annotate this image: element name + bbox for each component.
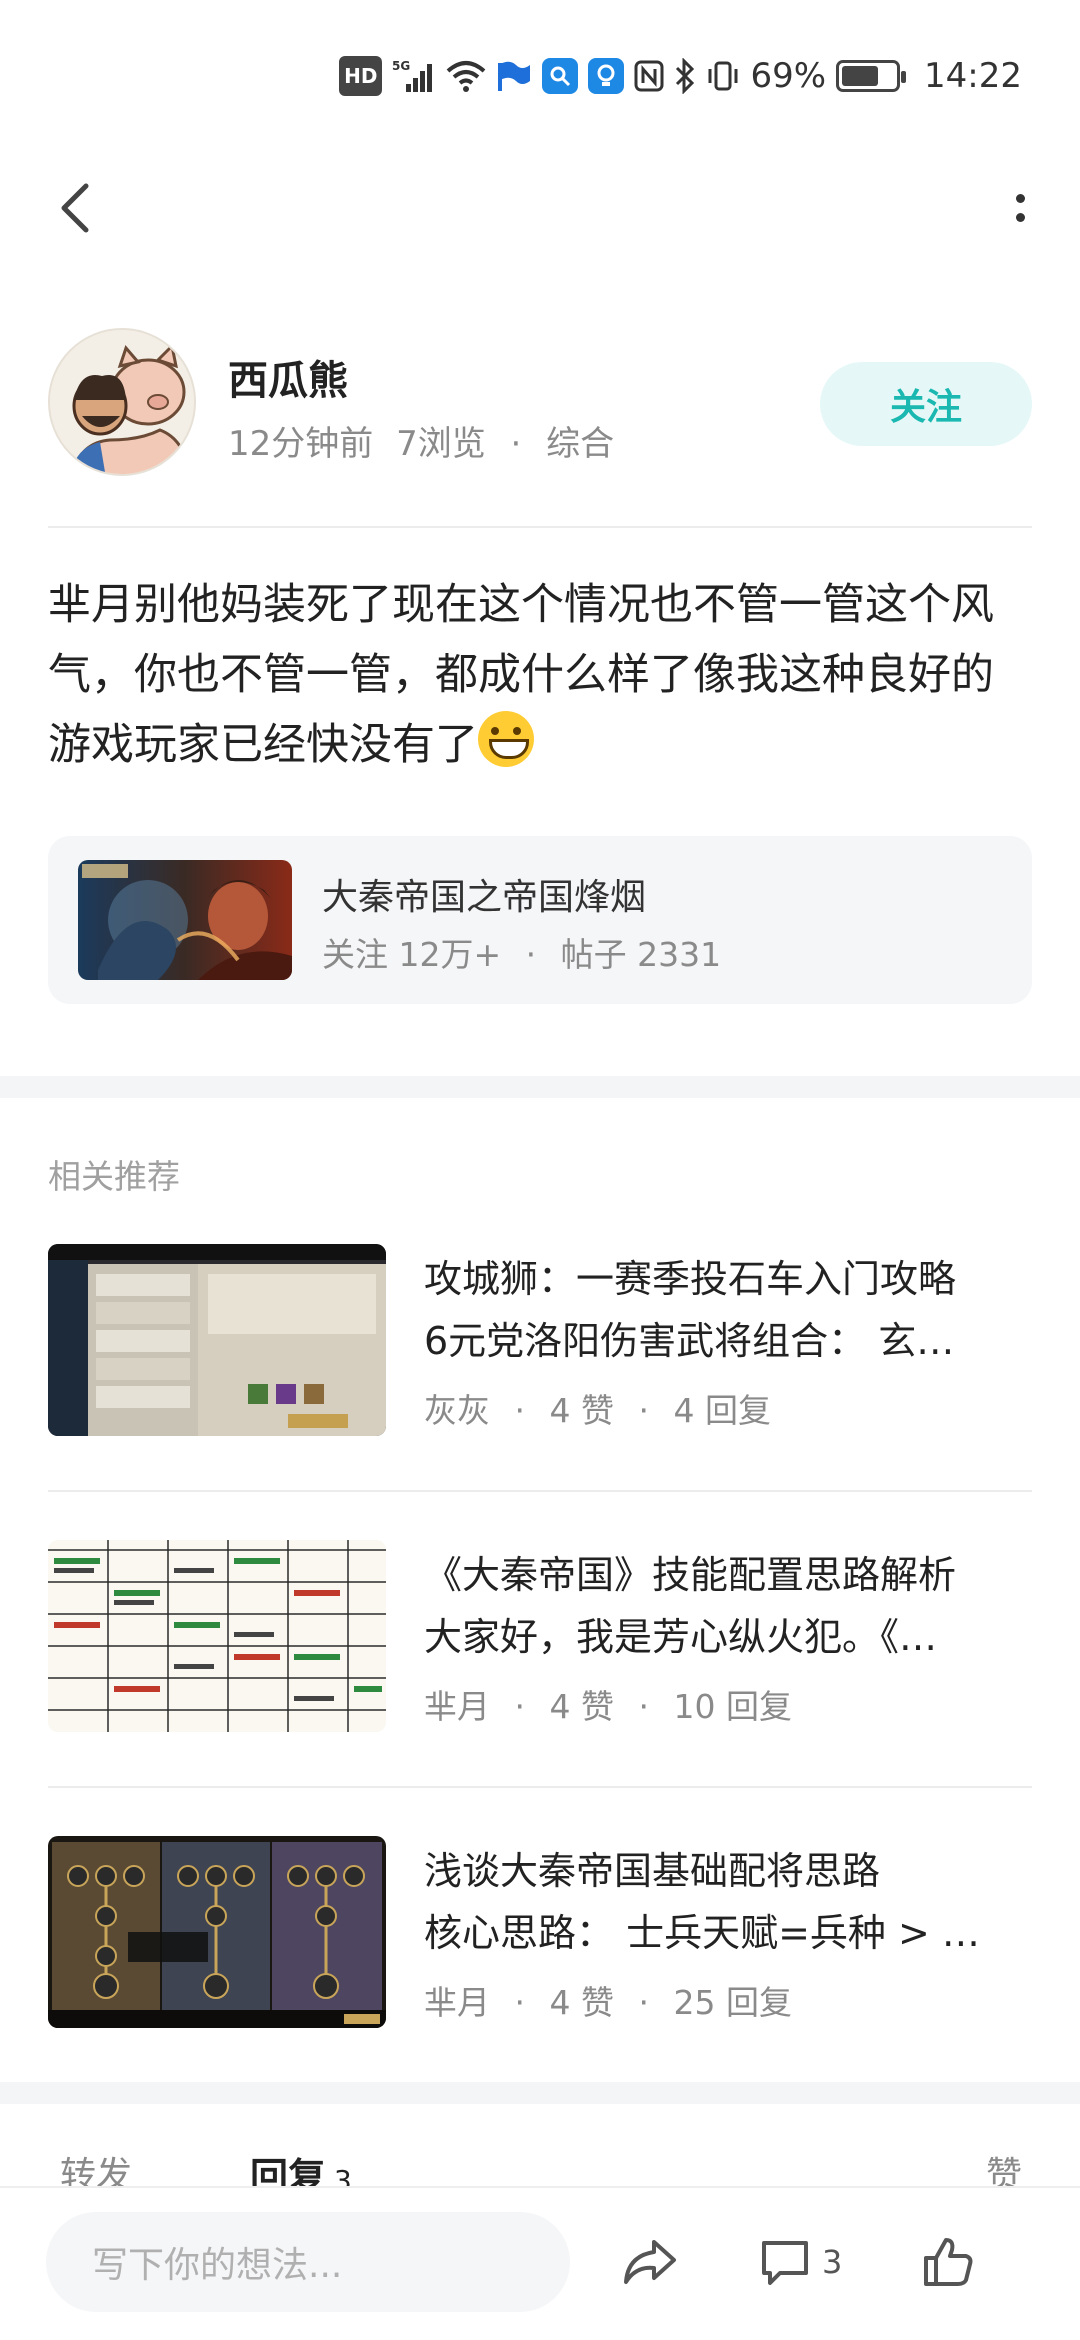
tab-reply-label: 回复 <box>250 2155 327 2186</box>
comment-icon <box>762 2241 808 2285</box>
recommend-author: 灰灰 <box>424 1391 490 1430</box>
post-time: 12分钟前 <box>228 424 374 464</box>
like-button[interactable] <box>920 2222 976 2302</box>
recommend-heading: 相关推荐 <box>48 1157 180 1196</box>
post-views: 7浏览 <box>396 424 486 464</box>
status-icons: HD 5G 69% 14:22 <box>339 56 1022 96</box>
recommend-replies: 10 回复 <box>673 1687 792 1726</box>
recommend-summary: 核心思路： 士兵天赋=兵种 > … <box>424 1911 980 1955</box>
meta-separator: · <box>638 1687 650 1726</box>
meta-separator: · <box>510 424 522 464</box>
author-name[interactable]: 西瓜熊 <box>228 348 348 406</box>
tab-like[interactable]: 赞 <box>986 2146 1022 2186</box>
recommend-meta: 芈月 · 4 赞 · 25 回复 <box>424 1976 792 2024</box>
post-category[interactable]: 综合 <box>546 424 614 464</box>
recommend-thumbnail <box>48 1244 386 1436</box>
divider <box>48 1490 1032 1492</box>
tab-reply[interactable]: 回复 3 <box>250 2146 352 2186</box>
meta-separator: · <box>514 1983 526 2022</box>
recommend-thumbnail <box>48 1540 386 1732</box>
game-follow-stat: 关注 12万+ <box>322 935 502 974</box>
grinning-emoji-icon <box>478 711 534 767</box>
list-item[interactable]: 浅谈大秦帝国基础配将思路 核心思路： 士兵天赋=兵种 > … 芈月 · 4 赞 … <box>48 1836 1032 2032</box>
status-bar: HD 5G 69% 14:22 <box>0 0 1080 160</box>
meta-separator: · <box>525 935 537 974</box>
meta-separator: · <box>514 1391 526 1430</box>
recommend-author: 芈月 <box>424 1983 490 2022</box>
share-icon <box>624 2240 676 2284</box>
recommend-title: 《大秦帝国》技能配置思路解析 <box>424 1553 957 1597</box>
search-app-icon <box>542 58 579 94</box>
follow-button[interactable]: 关注 <box>820 362 1032 446</box>
back-arrow-icon <box>61 183 89 233</box>
recommend-likes: 4 赞 <box>549 1687 615 1726</box>
recommend-replies: 25 回复 <box>673 1983 792 2022</box>
recommend-author: 芈月 <box>424 1687 490 1726</box>
meta-separator: · <box>514 1687 526 1726</box>
vibrate-icon <box>706 56 740 96</box>
bulb-app-icon <box>588 58 625 94</box>
battery-percent: 69% <box>750 56 827 96</box>
tab-forward[interactable]: 转发 <box>60 2146 132 2186</box>
comment-button[interactable]: 3 <box>758 2222 842 2302</box>
divider <box>48 526 1032 528</box>
tab-reply-count: 3 <box>334 2164 352 2186</box>
battery-icon <box>836 60 907 92</box>
nfc-icon <box>634 56 664 96</box>
recommend-title: 浅谈大秦帝国基础配将思路 <box>424 1849 881 1893</box>
wifi-icon <box>446 56 486 96</box>
post-content: 芈月别他妈装死了现在这个情况也不管一管这个风气，你也不管一管，都成什么样了像我这… <box>48 570 1032 780</box>
recommend-title: 攻城狮：一赛季投石车入门攻略 <box>424 1257 957 1301</box>
section-divider <box>0 2082 1080 2104</box>
author-row: 西瓜熊 12分钟前 7浏览 · 综合 关注 <box>48 328 1032 478</box>
comment-count: 3 <box>822 2243 843 2281</box>
bottom-action-bar: 写下你的想法... 3 <box>0 2186 1080 2340</box>
recommend-thumbnail <box>48 1836 386 2028</box>
more-menu-button[interactable] <box>988 176 1052 240</box>
meta-separator: · <box>638 1983 650 2022</box>
clock-time: 14:22 <box>924 56 1022 96</box>
flag-icon <box>496 56 532 96</box>
recommend-replies: 4 回复 <box>673 1391 772 1430</box>
section-divider <box>0 1076 1080 1098</box>
recommend-meta: 芈月 · 4 赞 · 10 回复 <box>424 1680 792 1728</box>
game-thumbnail <box>78 860 292 980</box>
game-stats: 关注 12万+ · 帖子 2331 <box>322 928 721 976</box>
avatar[interactable] <box>48 328 196 476</box>
top-nav <box>0 160 1080 260</box>
game-name: 大秦帝国之帝国烽烟 <box>322 877 647 918</box>
share-button[interactable] <box>620 2222 680 2302</box>
recommend-summary: 6元党洛阳伤害武将组合： 玄… <box>424 1319 955 1363</box>
recommend-likes: 4 赞 <box>549 1391 615 1430</box>
signal-icon: 5G <box>392 56 436 96</box>
recommend-likes: 4 赞 <box>549 1983 615 2022</box>
list-item[interactable]: 攻城狮：一赛季投石车入门攻略 6元党洛阳伤害武将组合： 玄… 灰灰 · 4 赞 … <box>48 1244 1032 1440</box>
more-dot-icon <box>1015 194 1025 203</box>
battery-fill <box>842 66 879 86</box>
list-item[interactable]: 《大秦帝国》技能配置思路解析 大家好，我是芳心纵火犯。《… 芈月 · 4 赞 ·… <box>48 1540 1032 1736</box>
network-type-label: 5G <box>392 59 410 73</box>
comment-input[interactable]: 写下你的想法... <box>46 2212 570 2312</box>
post-meta: 12分钟前 7浏览 · 综合 <box>228 416 614 465</box>
game-card[interactable]: 大秦帝国之帝国烽烟 关注 12万+ · 帖子 2331 <box>48 836 1032 1004</box>
recommend-summary: 大家好，我是芳心纵火犯。《… <box>424 1615 938 1659</box>
hd-icon: HD <box>339 56 383 96</box>
more-dot-icon <box>1015 213 1025 222</box>
recommend-meta: 灰灰 · 4 赞 · 4 回复 <box>424 1384 771 1432</box>
meta-separator: · <box>638 1391 650 1430</box>
comment-tabs: 转发 回复 3 赞 <box>0 2130 1080 2186</box>
back-button[interactable] <box>44 176 108 240</box>
thumbs-up-icon <box>924 2238 973 2286</box>
game-post-stat: 帖子 2331 <box>560 935 722 974</box>
divider <box>48 1786 1032 1788</box>
bluetooth-icon <box>674 56 696 96</box>
